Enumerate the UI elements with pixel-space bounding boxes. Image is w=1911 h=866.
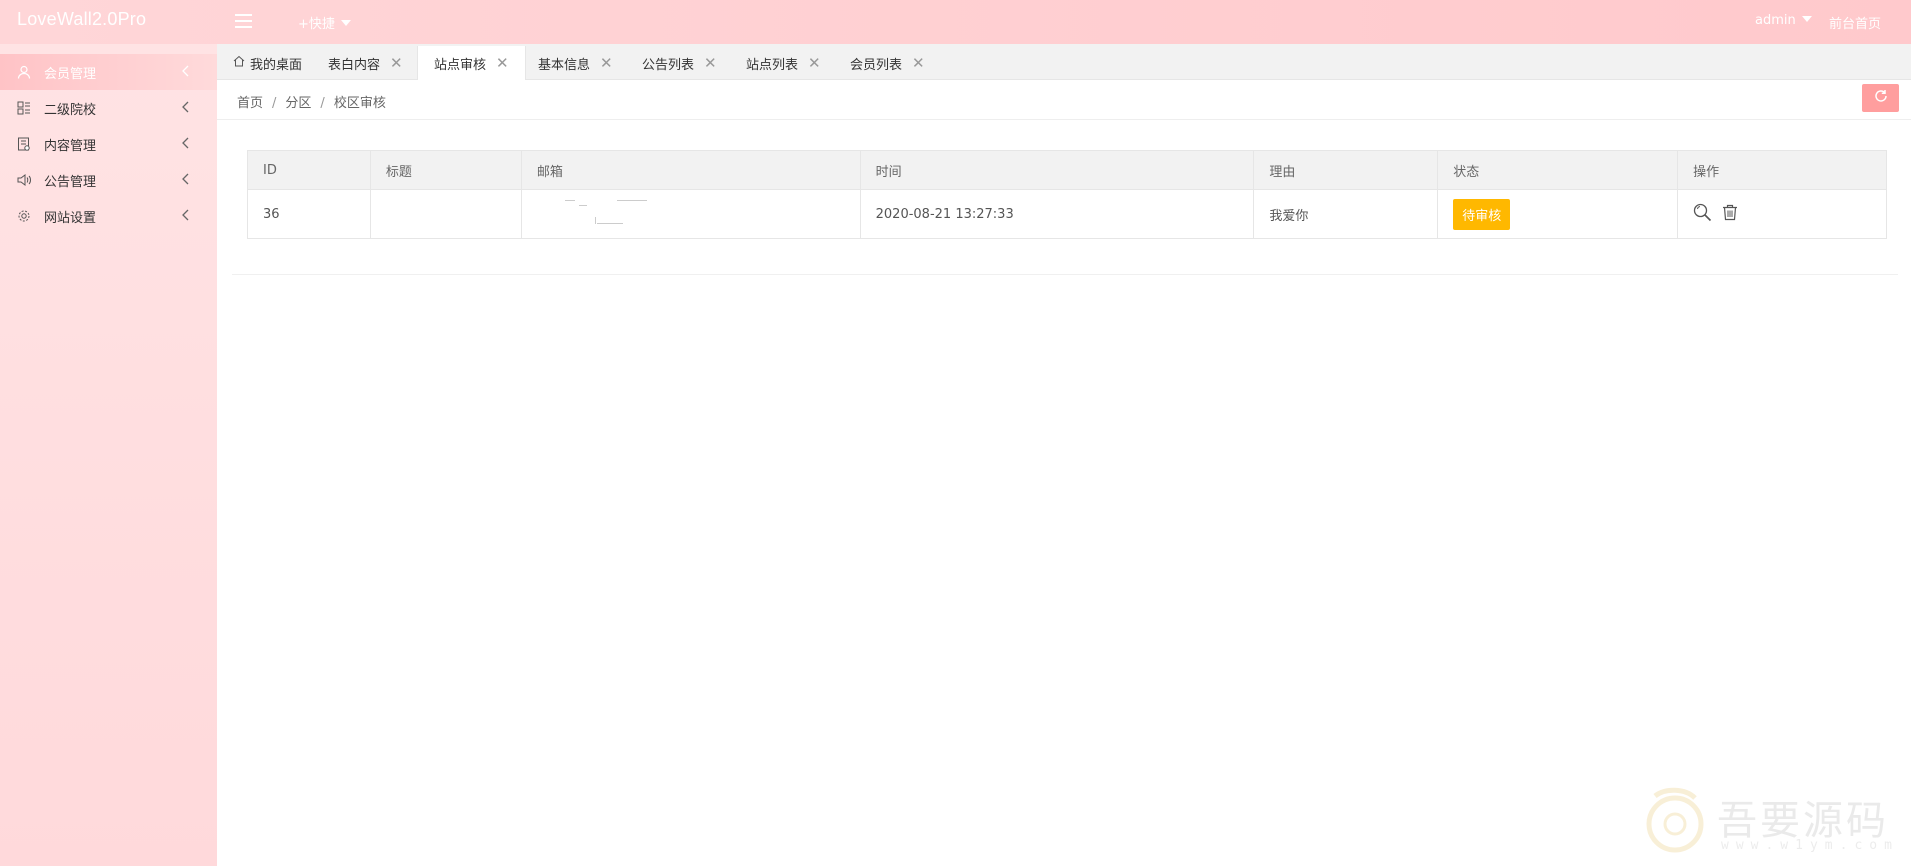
trash-icon[interactable] [1722, 204, 1738, 225]
chevron-left-icon [181, 173, 189, 189]
tab-basic-info[interactable]: 基本信息 ✕ [522, 46, 629, 80]
review-table: ID 标题 邮箱 时间 理由 状态 操作 36 2020-08-21 13:27… [247, 150, 1887, 239]
cell-reason: 我爱你 [1253, 189, 1439, 239]
caret-down-icon [340, 20, 351, 26]
sidebar-item-label: 网站设置 [44, 210, 97, 226]
cell-status: 待审核 [1437, 189, 1679, 239]
top-header: LoveWall2.0Pro +快捷 admin 前台首页 [0, 0, 1911, 44]
sidebar-item-settings[interactable]: 网站设置 [0, 198, 217, 234]
document-icon [16, 136, 32, 152]
breadcrumb-item[interactable]: 分区 [285, 96, 311, 111]
column-header: ID [247, 150, 371, 190]
apps-icon [16, 100, 32, 116]
cell-id: 36 [247, 189, 371, 239]
chevron-left-icon [181, 101, 189, 117]
tab-announcements[interactable]: 公告列表 ✕ [626, 46, 733, 80]
chevron-left-icon [181, 209, 189, 225]
cell-time: 2020-08-21 13:27:33 [859, 189, 1255, 239]
sidebar-item-members[interactable]: 会员管理 [0, 54, 217, 90]
close-icon[interactable]: ✕ [704, 54, 717, 72]
close-icon[interactable]: ✕ [600, 54, 613, 72]
refresh-button[interactable] [1862, 84, 1899, 112]
chevron-left-icon [181, 65, 189, 81]
app-logo[interactable]: LoveWall2.0Pro [17, 9, 146, 30]
chevron-left-icon [181, 137, 189, 153]
close-icon[interactable]: ✕ [912, 54, 925, 72]
breadcrumb: 首页 / 分区 / 校区审核 [237, 96, 386, 111]
watermark-logo-icon [1646, 787, 1704, 853]
breadcrumb-item[interactable]: 首页 [237, 96, 263, 111]
close-icon[interactable]: ✕ [808, 54, 821, 72]
tab-label: 基本信息 [538, 57, 591, 73]
quick-menu-dropdown[interactable]: +快捷 [298, 13, 351, 32]
pending-status-button[interactable]: 待审核 [1453, 198, 1511, 230]
column-header: 标题 [369, 150, 522, 190]
column-header: 理由 [1253, 150, 1439, 190]
sidebar-item-label: 二级院校 [44, 102, 97, 118]
table-header-row: ID 标题 邮箱 时间 理由 状态 操作 [247, 150, 1887, 190]
cell-actions [1677, 189, 1887, 239]
user-menu-dropdown[interactable]: admin [1755, 13, 1812, 28]
sidebar-item-label: 内容管理 [44, 138, 97, 154]
tab-confessions[interactable]: 表白内容 ✕ [312, 46, 419, 80]
column-header: 操作 [1677, 150, 1887, 190]
redacted-email [537, 195, 647, 229]
table-row: 36 2020-08-21 13:27:33 我爱你 待审核 [247, 189, 1887, 239]
sidebar-item-content[interactable]: 内容管理 [0, 126, 217, 162]
close-icon[interactable]: ✕ [390, 54, 403, 72]
menu-toggle-icon[interactable] [235, 14, 252, 28]
sidebar-item-label: 公告管理 [44, 174, 97, 190]
gear-icon [16, 208, 32, 224]
cell-email [520, 189, 861, 239]
close-icon[interactable]: ✕ [496, 54, 509, 72]
tab-label: 会员列表 [850, 57, 903, 73]
tab-desktop[interactable]: 我的桌面 [217, 46, 318, 80]
cell-title [369, 189, 522, 239]
tab-bar: 我的桌面 表白内容 ✕ 站点审核 ✕ 基本信息 ✕ 公告列表 ✕ 站点列表 ✕ 会员列表 ✕ [217, 44, 1911, 80]
caret-down-icon [1801, 16, 1812, 22]
tab-site-list[interactable]: 站点列表 ✕ [730, 46, 837, 80]
tab-label: 站点列表 [746, 57, 799, 73]
tab-member-list[interactable]: 会员列表 ✕ [834, 46, 941, 80]
watermark: 吾要源码 www.w1ym.com [1635, 780, 1905, 860]
tab-label: 我的桌面 [250, 57, 303, 73]
tab-label: 表白内容 [328, 57, 381, 73]
user-icon [16, 64, 32, 80]
column-header: 状态 [1437, 150, 1679, 190]
sidebar: 会员管理 二级院校 内容管理 公告管理 网站设置 [0, 44, 217, 866]
sidebar-item-announcements[interactable]: 公告管理 [0, 162, 217, 198]
user-name: admin [1755, 13, 1796, 28]
quick-menu-label: +快捷 [298, 17, 335, 32]
sidebar-item-schools[interactable]: 二级院校 [0, 90, 217, 126]
tab-label: 公告列表 [642, 57, 695, 73]
tab-site-review[interactable]: 站点审核 ✕ [417, 46, 526, 80]
front-page-link[interactable]: 前台首页 [1829, 13, 1881, 32]
speaker-icon [16, 172, 32, 188]
refresh-icon [1874, 89, 1888, 107]
tab-label: 站点审核 [434, 57, 487, 73]
column-header: 时间 [859, 150, 1255, 190]
breadcrumb-bar: 首页 / 分区 / 校区审核 [217, 80, 1911, 120]
search-icon[interactable] [1693, 203, 1712, 226]
column-header: 邮箱 [520, 150, 861, 190]
home-icon [233, 55, 245, 71]
watermark-url: www.w1ym.com [1721, 838, 1899, 853]
sidebar-item-label: 会员管理 [44, 66, 97, 82]
breadcrumb-item: 校区审核 [333, 96, 386, 111]
